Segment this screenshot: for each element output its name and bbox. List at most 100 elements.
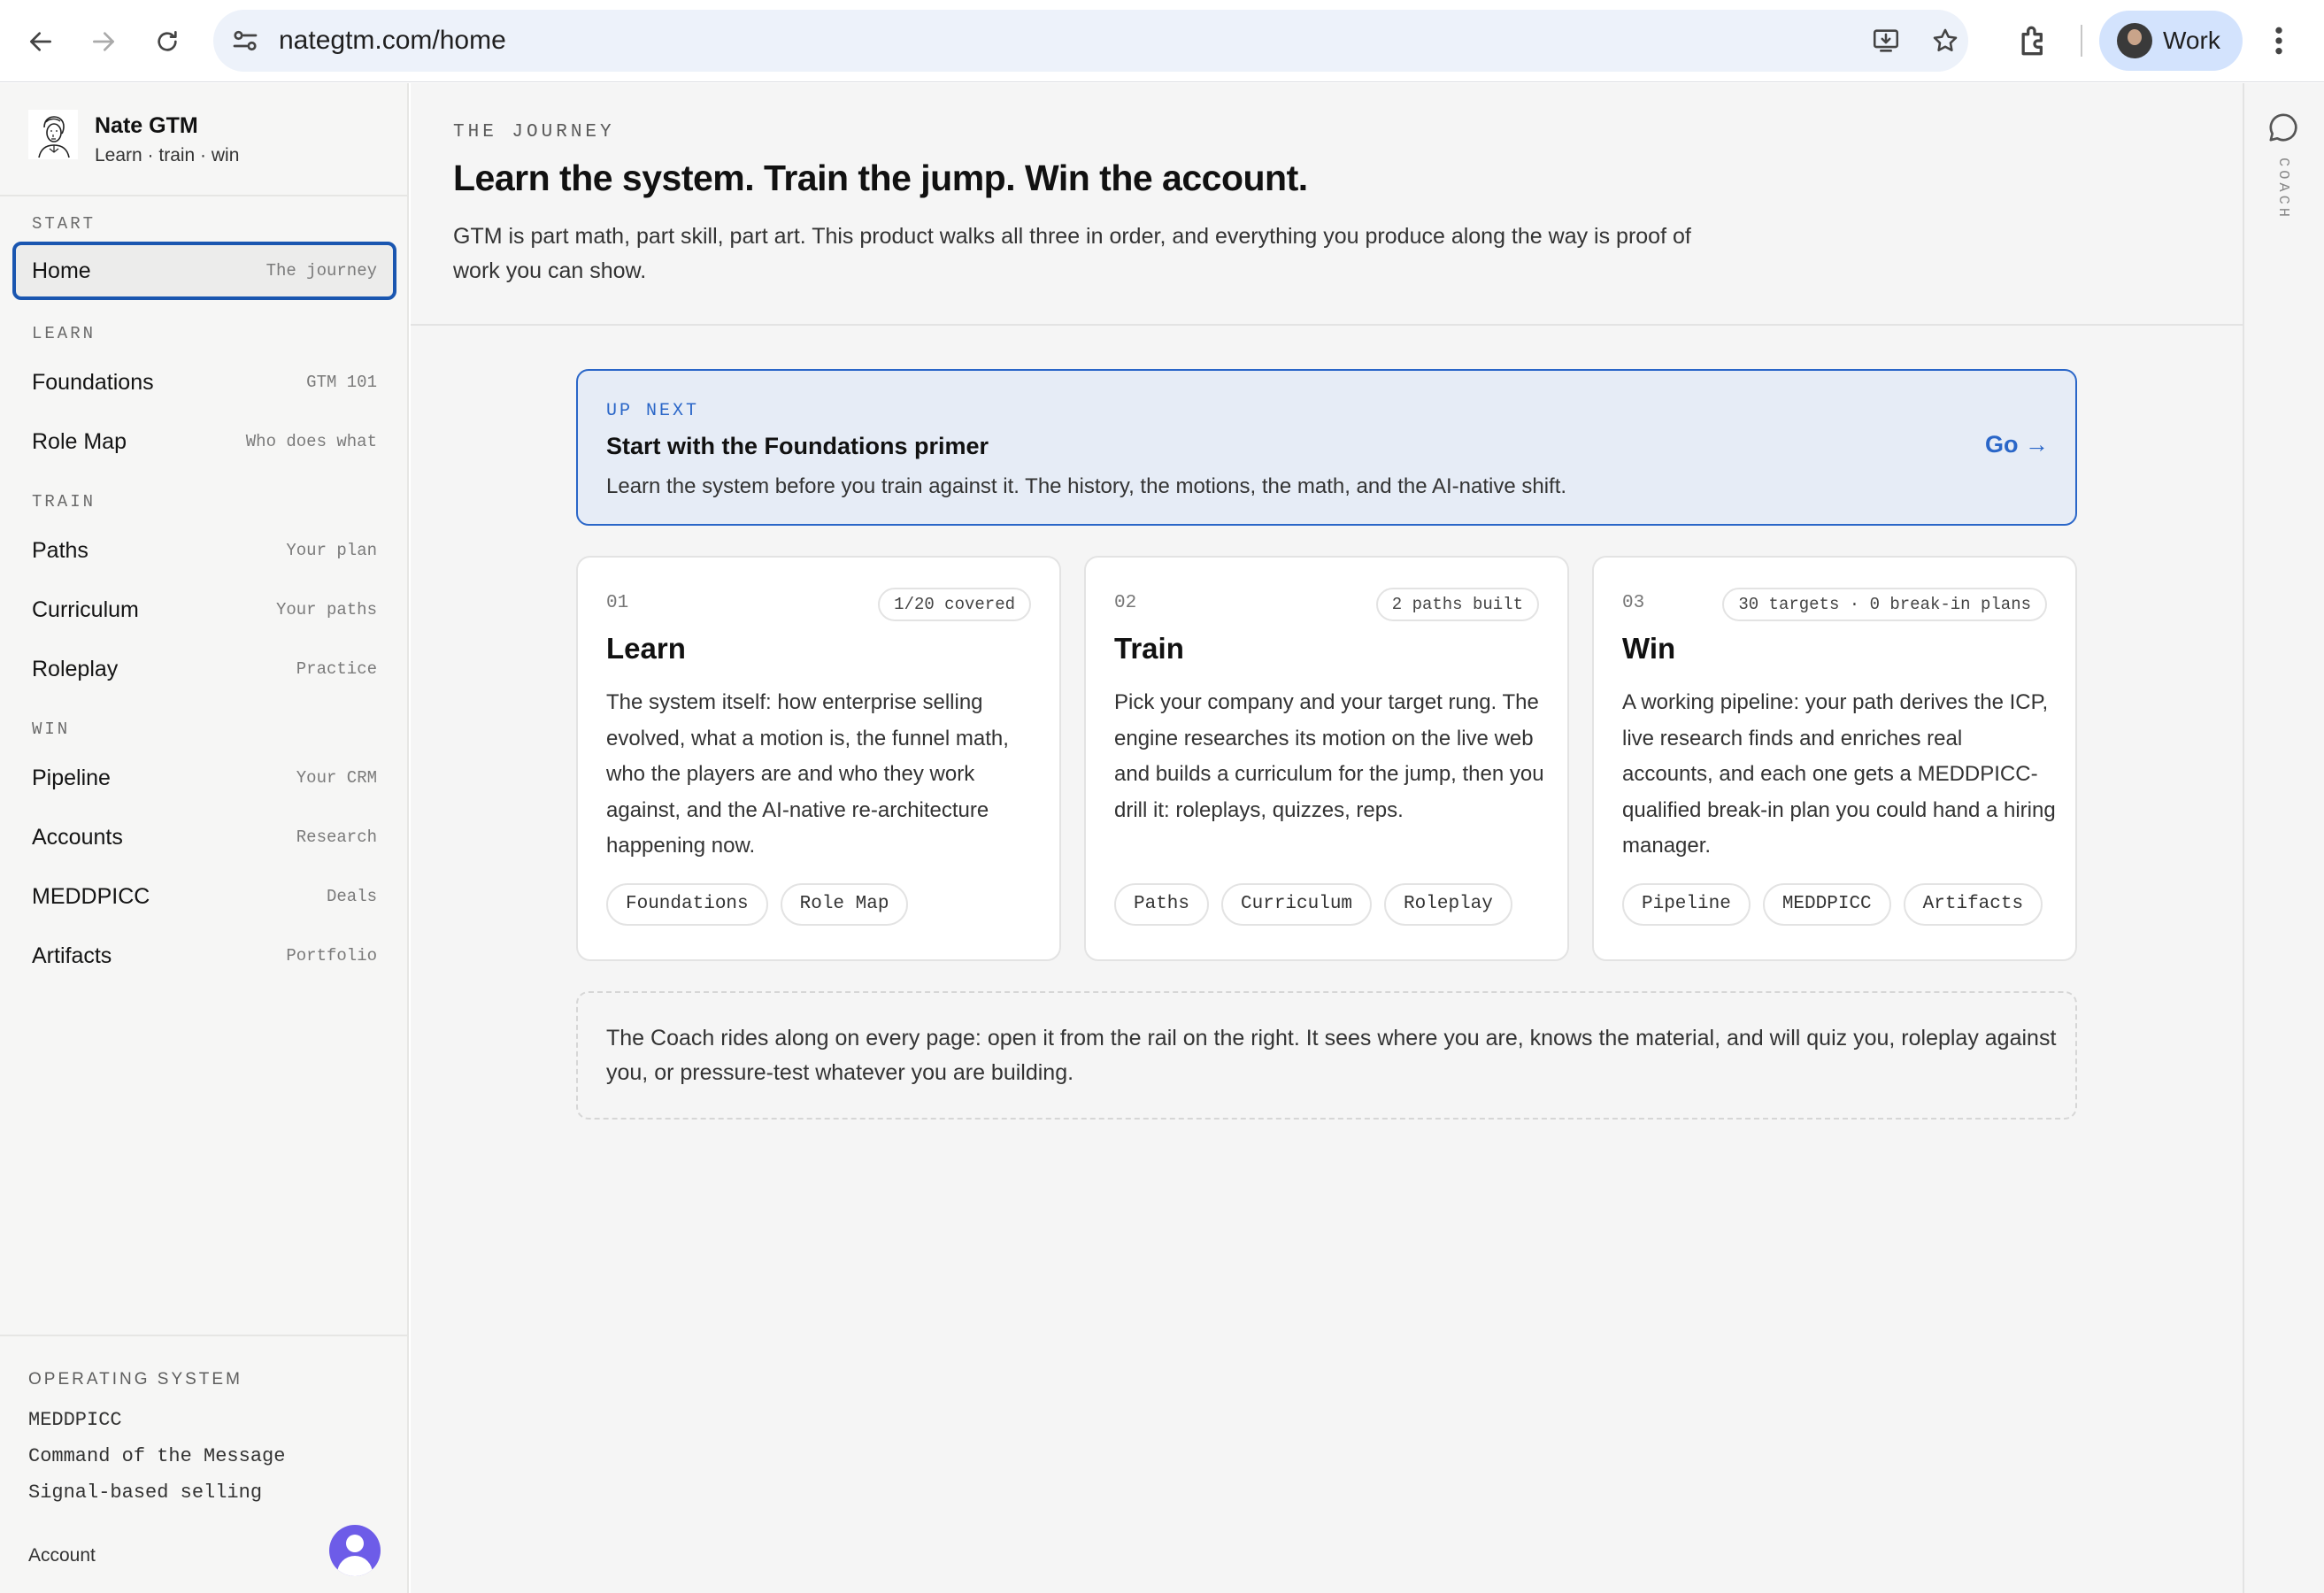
- card-number: 02: [1114, 593, 1137, 613]
- card-title: Train: [1114, 632, 1184, 665]
- tag-roleplay[interactable]: Roleplay: [1384, 883, 1512, 926]
- operating-system-label: OPERATING SYSTEM: [28, 1370, 242, 1389]
- brand-tagline: Learn · train · win: [95, 145, 240, 165]
- card-title: Learn: [606, 632, 686, 665]
- hero-header: THE JOURNEY Learn the system. Train the …: [411, 83, 2243, 326]
- user-icon: [346, 1535, 364, 1552]
- sidebar-item-pipeline[interactable]: Pipeline Your CRM: [12, 749, 396, 807]
- card-tags: Pipeline MEDDPICC Artifacts: [1622, 883, 2043, 926]
- sidebar-item-hint: Your CRM: [296, 768, 377, 788]
- tag-pipeline[interactable]: Pipeline: [1622, 883, 1751, 926]
- sidebar-item-paths[interactable]: Paths Your plan: [12, 521, 396, 580]
- up-next-title: Start with the Foundations primer: [606, 433, 989, 459]
- page-title: Learn the system. Train the jump. Win th…: [453, 158, 1308, 198]
- card-title: Win: [1622, 632, 1676, 665]
- sidebar-item-foundations[interactable]: Foundations GTM 101: [12, 353, 396, 412]
- sidebar-item-roleplay[interactable]: Roleplay Practice: [12, 640, 396, 698]
- toolbar-divider: [2081, 25, 2082, 57]
- up-next-description: Learn the system before you train agains…: [606, 474, 1567, 498]
- arrow-left-icon: [30, 32, 51, 51]
- tag-foundations[interactable]: Foundations: [606, 883, 768, 926]
- coach-note-text: The Coach rides along on every page: ope…: [606, 1026, 2057, 1085]
- profile-button[interactable]: Work: [2099, 11, 2243, 71]
- section-label-train: TRAIN: [32, 492, 96, 512]
- sidebar-item-hint: GTM 101: [306, 373, 377, 392]
- sidebar-item-hint: Your paths: [275, 600, 377, 620]
- section-label-win: WIN: [32, 720, 71, 739]
- sidebar-item-label: Pipeline: [32, 766, 111, 790]
- sidebar-item-meddpicc[interactable]: MEDDPICC Deals: [12, 867, 396, 926]
- tag-role-map[interactable]: Role Map: [780, 883, 909, 926]
- journey-card-learn: 01 1/20 covered Learn The system itself:…: [576, 556, 1061, 961]
- tag-artifacts[interactable]: Artifacts: [1903, 883, 2043, 926]
- card-tags: Foundations Role Map: [606, 883, 909, 926]
- sidebar-item-accounts[interactable]: Accounts Research: [12, 808, 396, 866]
- chat-bubble-icon[interactable]: [2266, 110, 2301, 145]
- brand-header[interactable]: Nate GTM Learn · train · win: [0, 83, 407, 196]
- back-button[interactable]: [19, 19, 63, 64]
- section-label-learn: LEARN: [32, 324, 96, 343]
- sidebar-item-label: MEDDPICC: [32, 884, 150, 909]
- up-next-eyebrow: UP NEXT: [606, 401, 700, 421]
- sidebar-item-curriculum[interactable]: Curriculum Your paths: [12, 581, 396, 639]
- card-body: A working pipeline: your path derives th…: [1622, 690, 2056, 858]
- profile-name: Work: [2163, 27, 2220, 54]
- url-text[interactable]: nategtm.com/home: [279, 10, 506, 72]
- account-link[interactable]: Account: [28, 1545, 96, 1566]
- card-progress-badge: 30 targets · 0 break-in plans: [1722, 588, 2047, 621]
- sidebar-item-hint: Deals: [326, 887, 377, 906]
- coach-note: The Coach rides along on every page: ope…: [576, 991, 2077, 1120]
- star-icon: [1933, 28, 1958, 52]
- forward-button[interactable]: [81, 19, 126, 64]
- tag-paths[interactable]: Paths: [1114, 883, 1210, 926]
- sidebar: Nate GTM Learn · train · win START Home …: [0, 83, 409, 1593]
- coach-rail[interactable]: COACH: [2243, 83, 2324, 1593]
- account-avatar[interactable]: [329, 1525, 381, 1576]
- tag-curriculum[interactable]: Curriculum: [1221, 883, 1373, 926]
- sidebar-item-hint: Research: [296, 827, 377, 847]
- sidebar-item-home[interactable]: Home The journey: [12, 242, 396, 300]
- hero-eyebrow: THE JOURNEY: [453, 122, 615, 142]
- card-number: 03: [1622, 593, 1645, 613]
- browser-toolbar: nategtm.com/home Work: [0, 0, 2324, 82]
- card-progress-badge: 1/20 covered: [878, 588, 1031, 621]
- sidebar-item-label: Curriculum: [32, 597, 139, 622]
- brand-name: Nate GTM: [95, 113, 198, 138]
- site-settings-icon[interactable]: [229, 25, 261, 57]
- sidebar-item-label: Paths: [32, 538, 88, 563]
- card-body: The system itself: how enterprise sellin…: [606, 690, 1009, 858]
- sidebar-item-hint: Your plan: [286, 541, 377, 560]
- os-item-signal-based-selling[interactable]: Signal-based selling: [28, 1481, 262, 1504]
- sidebar-item-hint: Who does what: [245, 432, 377, 451]
- reload-icon: [158, 31, 177, 51]
- section-label-start: START: [32, 214, 96, 234]
- up-next-card[interactable]: UP NEXT Start with the Foundations prime…: [576, 369, 2077, 526]
- card-number: 01: [606, 593, 629, 613]
- brand-logo-icon: [28, 110, 78, 159]
- os-item-meddpicc[interactable]: MEDDPICC: [28, 1409, 122, 1431]
- os-item-command-of-the-message[interactable]: Command of the Message: [28, 1445, 285, 1467]
- more-menu-icon[interactable]: [2266, 23, 2292, 58]
- sidebar-item-label: Role Map: [32, 429, 127, 454]
- address-bar[interactable]: nategtm.com/home: [213, 10, 1968, 72]
- sidebar-item-hint: Practice: [296, 659, 377, 679]
- install-icon: [1873, 29, 1899, 52]
- hero-lede: GTM is part math, part skill, part art. …: [453, 224, 1691, 283]
- sidebar-item-artifacts[interactable]: Artifacts Portfolio: [12, 927, 396, 985]
- sidebar-item-label: Roleplay: [32, 657, 119, 681]
- sidebar-item-label: Home: [32, 258, 91, 283]
- tag-meddpicc[interactable]: MEDDPICC: [1762, 883, 1891, 926]
- arrow-right-icon: [93, 32, 114, 51]
- sidebar-item-label: Accounts: [32, 825, 123, 850]
- sidebar-item-role-map[interactable]: Role Map Who does what: [12, 412, 396, 471]
- journey-card-train: 02 2 paths built Train Pick your company…: [1084, 556, 1569, 961]
- profile-avatar: [2117, 23, 2152, 58]
- bookmark-button[interactable]: [1928, 23, 1963, 58]
- sidebar-item-label: Foundations: [32, 370, 154, 395]
- install-app-button[interactable]: [1868, 23, 1904, 58]
- reload-button[interactable]: [145, 19, 189, 64]
- card-tags: Paths Curriculum Roleplay: [1114, 883, 1512, 926]
- coach-rail-label[interactable]: COACH: [2274, 158, 2291, 220]
- go-button[interactable]: Go →: [1985, 431, 2049, 458]
- extensions-icon[interactable]: [2015, 21, 2054, 60]
